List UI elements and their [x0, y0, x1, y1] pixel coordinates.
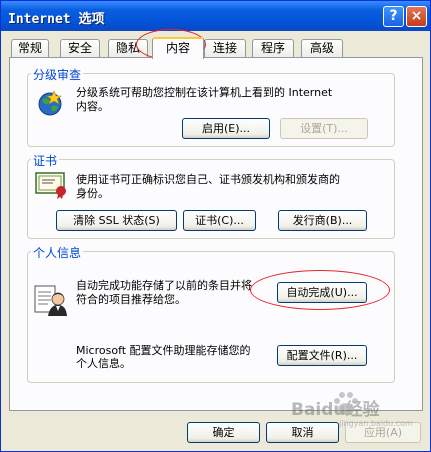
profile-card-icon: [34, 285, 67, 316]
title-bar[interactable]: Internet 选项 ? ×: [1, 1, 430, 31]
tab-security[interactable]: 安全: [60, 39, 100, 58]
ok-button[interactable]: 确定: [187, 422, 260, 443]
content-advisor-description-line1: 分级系统可帮助您控制在该计算机上看到的 Internet: [76, 86, 333, 99]
autocomplete-description-line2: 符合的项目推荐给您。: [76, 293, 186, 306]
certificates-button[interactable]: 证书(C)...: [183, 210, 256, 231]
baidu-watermark: Baidu经验 jingyan.baidu.com: [291, 387, 431, 431]
publishers-button[interactable]: 发行商(B)...: [278, 210, 367, 231]
help-button[interactable]: ?: [383, 6, 404, 27]
tab-content[interactable]: 内容: [152, 37, 204, 59]
certificates-title: 证书: [31, 152, 60, 169]
tab-programs[interactable]: 程序: [252, 39, 294, 58]
internet-options-window: Internet 选项 ? × 常规 安全 隐私 内容 连接 程序 高级 分级审…: [0, 0, 431, 452]
certificates-description-line1: 使用证书可正确标识您自己、证书颁发机构和颁发商的: [76, 173, 340, 186]
profile-description-line1: Microsoft 配置文件助理能存储您的: [76, 344, 251, 357]
certificate-icon: [35, 172, 66, 199]
watermark-subtext: jingyan.baidu.com: [339, 419, 413, 428]
profile-description-line2: 个人信息。: [76, 357, 131, 370]
clear-ssl-state-button[interactable]: 清除 SSL 状态(S): [56, 210, 177, 231]
tab-general[interactable]: 常规: [11, 39, 49, 58]
certificates-description-line2: 身份。: [76, 187, 109, 200]
globe-icon: [38, 90, 62, 116]
personal-info-title: 个人信息: [31, 244, 84, 261]
autocomplete-description-line1: 自动完成功能存储了以前的条目并将: [76, 279, 252, 292]
profile-button[interactable]: 配置文件(R)...: [277, 345, 367, 366]
enable-button[interactable]: 启用(E)...: [182, 118, 270, 139]
content-advisor-description-line2: 内容。: [76, 100, 109, 113]
window-title: Internet 选项: [8, 12, 105, 27]
tab-privacy[interactable]: 隐私: [108, 39, 148, 58]
watermark-text: Baidu经验: [291, 400, 380, 420]
settings-button: 设置(T)...: [280, 118, 368, 139]
close-button[interactable]: ×: [406, 6, 427, 27]
content-advisor-title: 分级审查: [31, 66, 84, 83]
tab-strip: 常规 安全 隐私 内容 连接 程序 高级: [9, 37, 419, 59]
tab-connections[interactable]: 连接: [204, 39, 246, 58]
autocomplete-button[interactable]: 自动完成(U)...: [277, 282, 367, 303]
tab-advanced[interactable]: 高级: [301, 39, 343, 58]
